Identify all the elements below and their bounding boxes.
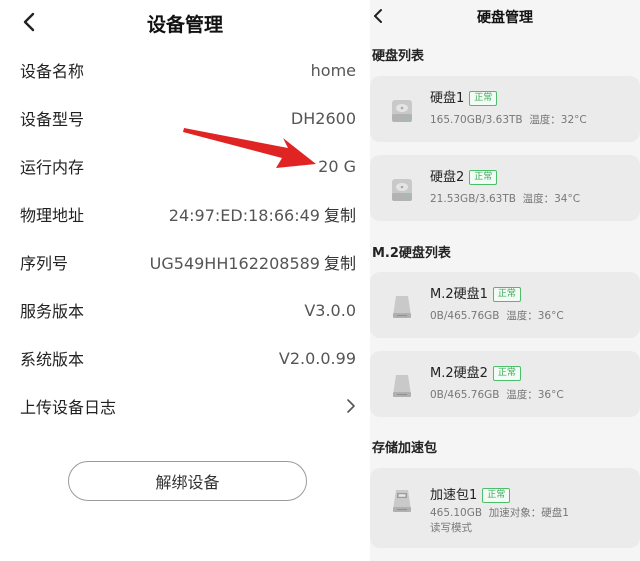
m2-card-2[interactable]: M.2硬盘2 正常 0B/465.76GB 温度：36°C (370, 351, 640, 417)
service-version-value: V3.0.0 (304, 300, 356, 320)
page-title: 硬盘管理 (477, 10, 533, 26)
mac-address-value-group: 24:97:ED:18:66:49 复制 (169, 202, 356, 226)
cache-card-1[interactable]: 加速包1 正常 465.10GB 加速对象：硬盘1 读写模式 (370, 468, 640, 548)
copy-mac-button[interactable]: 复制 (324, 206, 356, 225)
copy-serial-button[interactable]: 复制 (324, 254, 356, 273)
status-badge: 正常 (492, 366, 521, 381)
hard-disk-icon (392, 100, 412, 122)
disk-meta: 21.53GB/3.63TB 温度：34°C (430, 191, 580, 206)
cache-name-group: 加速包1 正常 (430, 484, 511, 503)
service-version-row: 服务版本 V3.0.0 (20, 295, 356, 325)
serial-number-row: 序列号 UG549HH162208589 复制 (20, 247, 356, 277)
disk-usage: 21.53GB/3.63TB (430, 193, 516, 205)
serial-number-label: 序列号 (20, 254, 69, 273)
memory-value: 20 G (318, 156, 356, 176)
disk-meta: 0B/465.76GB 温度：36°C (430, 308, 564, 323)
device-header: 设备管理 (0, 0, 370, 46)
cache-mode: 读写模式 (430, 522, 472, 534)
system-version-label: 系统版本 (20, 350, 85, 369)
disk-temperature: 温度：36°C (506, 389, 564, 401)
mac-address-value: 24:97:ED:18:66:49 (168, 206, 320, 225)
page-title: 设备管理 (146, 14, 223, 36)
disk-temperature: 温度：32°C (529, 114, 587, 126)
disk-name-group: M.2硬盘1 正常 (430, 283, 521, 302)
disk-usage: 165.70GB/3.63TB (430, 114, 523, 126)
ssd-icon (393, 296, 411, 318)
status-badge: 正常 (469, 91, 498, 106)
device-name-row: 设备名称 home (20, 55, 356, 85)
mac-address-row: 物理地址 24:97:ED:18:66:49 复制 (20, 199, 356, 229)
disk-name: 硬盘1 (430, 91, 465, 106)
disk-meta: 0B/465.76GB 温度：36°C (430, 387, 564, 402)
system-version-row: 系统版本 V2.0.0.99 (20, 343, 356, 373)
device-model-value: DH2600 (290, 108, 356, 128)
device-model-row: 设备型号 DH2600 (20, 103, 356, 133)
cache-target: 加速对象：硬盘1 (488, 507, 569, 519)
serial-number-value: UG549HH162208589 (149, 254, 320, 273)
chevron-right-icon (347, 399, 355, 413)
ssd-icon (393, 375, 411, 397)
hard-disk-icon (392, 179, 412, 201)
cache-section-title: 存储加速包 (372, 441, 438, 456)
memory-label: 运行内存 (20, 158, 85, 177)
device-name-value: home (310, 60, 356, 80)
disk-management-panel: 硬盘管理 硬盘列表 硬盘1 正常 165.70GB/3.63TB 温度：32°C … (370, 0, 640, 561)
upload-log-row[interactable]: 上传设备日志 (20, 391, 356, 421)
disk-usage: 0B/465.76GB (430, 389, 500, 401)
mac-address-label: 物理地址 (20, 206, 85, 225)
hdd-card-2[interactable]: 硬盘2 正常 21.53GB/3.63TB 温度：34°C (370, 155, 640, 221)
status-badge: 正常 (469, 170, 498, 185)
disk-header: 硬盘管理 (370, 0, 640, 34)
status-badge: 正常 (492, 287, 521, 302)
hdd-card-1[interactable]: 硬盘1 正常 165.70GB/3.63TB 温度：32°C (370, 76, 640, 142)
disk-name-group: M.2硬盘2 正常 (430, 362, 521, 381)
cache-name: 加速包1 (430, 488, 478, 503)
hdd-section-title: 硬盘列表 (372, 49, 425, 64)
m2-card-1[interactable]: M.2硬盘1 正常 0B/465.76GB 温度：36°C (370, 272, 640, 338)
disk-name: M.2硬盘1 (430, 287, 488, 302)
unbind-device-button[interactable]: 解绑设备 (68, 461, 307, 501)
upload-log-label: 上传设备日志 (20, 398, 117, 417)
device-model-label: 设备型号 (20, 110, 85, 129)
device-name-label: 设备名称 (20, 62, 85, 81)
cache-meta: 465.10GB 加速对象：硬盘1 (430, 505, 569, 520)
m2-section-title: M.2硬盘列表 (372, 246, 451, 261)
disk-name: M.2硬盘2 (430, 366, 488, 381)
disk-name: 硬盘2 (430, 170, 465, 185)
device-management-panel: 设备管理 设备名称 home 设备型号 DH2600 运行内存 20 G 物理地… (0, 0, 370, 561)
disk-temperature: 温度：36°C (506, 310, 564, 322)
disk-usage: 0B/465.76GB (430, 310, 500, 322)
serial-number-value-group: UG549HH162208589 复制 (150, 250, 356, 274)
cache-usage: 465.10GB (430, 507, 483, 519)
service-version-label: 服务版本 (20, 302, 85, 321)
status-badge: 正常 (482, 488, 511, 503)
disk-name-group: 硬盘2 正常 (430, 166, 498, 185)
disk-name-group: 硬盘1 正常 (430, 87, 498, 106)
system-version-value: V2.0.0.99 (278, 348, 356, 368)
memory-row: 运行内存 20 G (20, 151, 356, 181)
disk-meta: 165.70GB/3.63TB 温度：32°C (430, 112, 587, 127)
accelerator-icon (393, 490, 411, 512)
disk-temperature: 温度：34°C (522, 193, 581, 205)
